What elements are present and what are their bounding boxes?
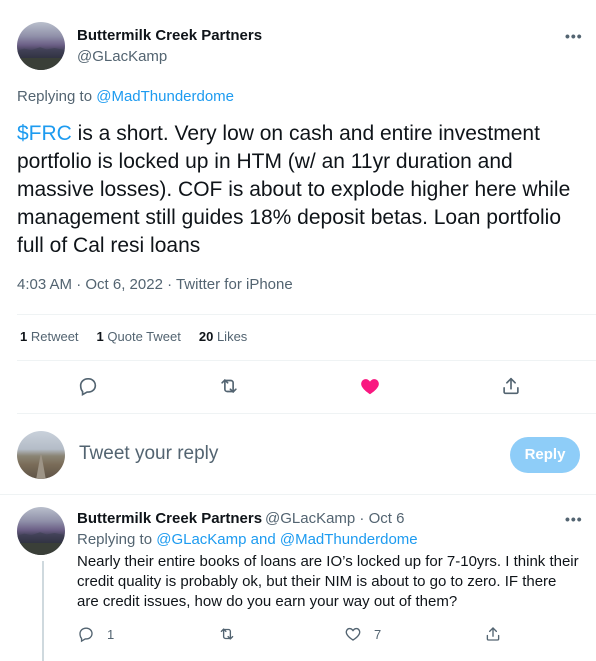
divider — [17, 314, 596, 315]
reply-share-button[interactable] — [484, 625, 502, 643]
likes-stat[interactable]: 20 Likes — [199, 329, 247, 344]
author-handle[interactable]: @GLacKamp — [77, 48, 167, 65]
reply-like-count: 7 — [374, 626, 382, 642]
retweets-label: Retweet — [27, 329, 79, 344]
reply-author-avatar[interactable] — [17, 507, 65, 555]
retweets-stat[interactable]: 1 Retweet — [20, 329, 79, 344]
comment-icon[interactable] — [77, 375, 99, 397]
likes-count: 20 — [198, 329, 214, 344]
current-user-avatar[interactable] — [17, 431, 65, 479]
divider — [17, 413, 596, 414]
reply-input[interactable]: Tweet your reply — [79, 443, 218, 465]
author-name[interactable]: Buttermilk Creek Partners — [77, 27, 262, 44]
reply-retweet-button[interactable] — [218, 625, 236, 643]
heart-filled-icon[interactable] — [359, 375, 381, 397]
divider — [0, 494, 596, 495]
cashtag-link[interactable]: $FRC — [17, 122, 72, 145]
reply-comment-button[interactable]: 1 — [77, 625, 114, 643]
replying-to-prefix: Replying to — [17, 88, 97, 105]
reply-replying-to-prefix: Replying to — [77, 531, 157, 548]
tweet-timestamp[interactable]: 4:03 AM · Oct 6, 2022 · Twitter for iPho… — [17, 276, 293, 293]
reply-replying-to-link[interactable]: @GLacKamp and @MadThunderdome — [156, 531, 417, 548]
heart-icon — [345, 627, 361, 641]
reply-replying-to-line: Replying to @GLacKamp and @MadThunderdom… — [77, 531, 418, 548]
tweet-text: is a short. Very low on cash and entire … — [17, 122, 571, 257]
tweet-body: $FRC is a short. Very low on cash and en… — [17, 120, 587, 260]
reply-button[interactable]: Reply — [510, 437, 580, 473]
more-options-icon[interactable]: ••• — [565, 29, 583, 43]
likes-label: Likes — [213, 329, 248, 344]
reply-text: Nearly their entire books of loans are I… — [77, 553, 579, 610]
author-avatar[interactable] — [17, 22, 65, 70]
replying-to-line: Replying to @MadThunderdome — [17, 88, 234, 105]
retweet-icon — [220, 628, 234, 640]
engagement-stats: 1 Retweet 1 Quote Tweet 20 Likes — [20, 329, 265, 344]
thread-line — [42, 561, 44, 661]
comment-icon — [79, 627, 93, 643]
retweet-icon[interactable] — [218, 375, 240, 397]
reply-author-name[interactable]: Buttermilk Creek Partners — [77, 510, 262, 527]
reply-author-handle-date[interactable]: @GLacKamp · Oct 6 — [265, 510, 404, 527]
reply-more-options-icon[interactable]: ••• — [565, 512, 583, 526]
reply-comment-count: 1 — [107, 626, 115, 642]
quote-tweets-count: 1 — [96, 329, 104, 344]
share-icon — [486, 627, 500, 641]
quote-tweets-stat[interactable]: 1 Quote Tweet — [97, 329, 181, 344]
divider — [17, 360, 596, 361]
replying-to-link[interactable]: @MadThunderdome — [96, 88, 234, 105]
quote-tweets-label: Quote Tweet — [103, 329, 181, 344]
reply-like-button[interactable]: 7 — [344, 625, 381, 643]
share-icon[interactable] — [500, 375, 522, 397]
